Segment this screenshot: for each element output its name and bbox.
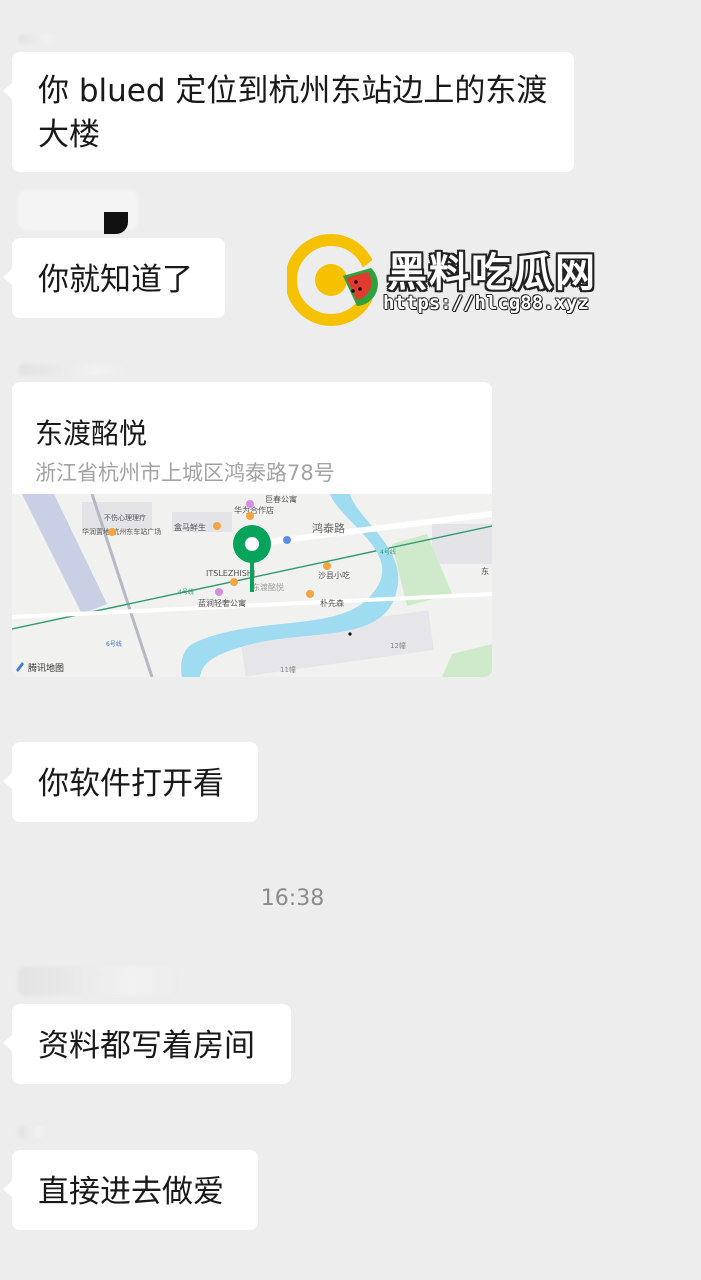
sender-name-blurred [18, 34, 58, 44]
map-label: 东 [481, 566, 489, 576]
map-label: 12幢 [390, 641, 406, 650]
watermark-title: 黑料吃瓜网 [387, 250, 597, 296]
message-bubble[interactable]: 你软件打开看 [3, 742, 258, 822]
message-text: 你就知道了 [38, 262, 193, 298]
message-text: 直接进去做爱 [38, 1174, 224, 1210]
watermark-logo-icon [287, 234, 379, 326]
map-label: 东渡酩悦 [252, 582, 284, 592]
map-label: 朴先森 [320, 598, 344, 608]
map-label: 4号线 [380, 548, 396, 556]
location-title: 东渡酩悦 [35, 417, 148, 450]
message-bubble[interactable]: 直接进去做爱 [3, 1150, 258, 1230]
watermark: 黑料吃瓜网 https://hlcg88.xyz [287, 232, 627, 328]
map-label: 沙县小吃 [318, 570, 350, 580]
message-bubble[interactable]: 资料都写着房间 [3, 1004, 291, 1084]
map-label-road: 鸿泰路 [312, 521, 345, 535]
map-label: 盒马鲜生 [174, 522, 206, 532]
location-card[interactable]: 东渡酩悦 浙江省杭州市上城区鸿泰路78号 鸿泰路 华为合作店 巨春公寓 盒马鲜生… [12, 382, 492, 677]
map-label: ITSLEZHISHI [206, 569, 255, 578]
watermark-url: https://hlcg88.xyz [383, 292, 589, 314]
map-provider: 腾讯地图 [28, 662, 64, 674]
sender-name-blurred [18, 966, 178, 996]
message-text: 你 blued 定位到杭州东站边上的东渡大楼 [38, 73, 548, 153]
timestamp: 16:38 [260, 886, 325, 911]
sender-name-blurred [18, 364, 128, 376]
location-map[interactable]: 鸿泰路 华为合作店 巨春公寓 盒马鲜生 沙县小吃 朴先森 蓝涧轻奢公寓 ITSL… [12, 494, 492, 677]
location-address: 浙江省杭州市上城区鸿泰路78号 [35, 461, 335, 485]
message-text: 你软件打开看 [38, 766, 224, 802]
sender-avatar-fragment [104, 212, 128, 234]
message-bubble[interactable]: 你就知道了 [3, 238, 225, 318]
sender-name-blurred [18, 1126, 48, 1138]
map-label: 不伤心理理疗 [104, 513, 146, 522]
map-label: 蓝涧轻奢公寓 [198, 598, 246, 608]
message-text: 资料都写着房间 [38, 1028, 255, 1064]
map-label: 巨春公寓 [265, 494, 297, 504]
map-label: 11幢 [280, 665, 296, 674]
map-label: 华为合作店 [234, 505, 274, 515]
map-label: 6号线 [106, 640, 122, 648]
map-label: 华润置地·杭州东车站广场 [82, 527, 161, 536]
map-label: 4号线 [178, 588, 194, 596]
message-bubble[interactable]: 你 blued 定位到杭州东站边上的东渡大楼 [3, 52, 574, 172]
